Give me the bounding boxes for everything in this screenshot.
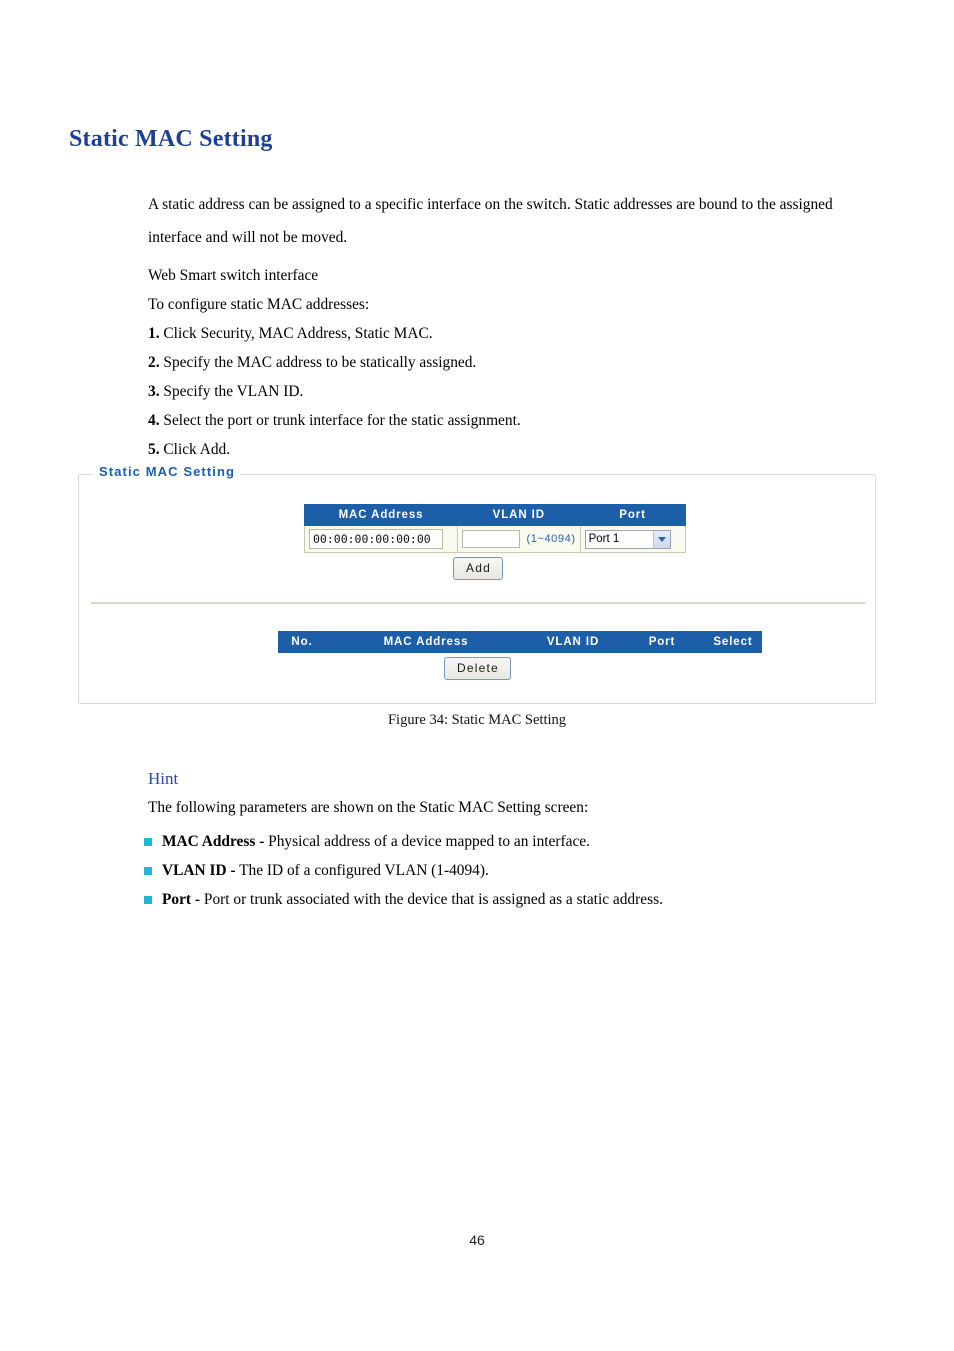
step-5-text: Click Add. <box>163 441 231 458</box>
delete-button[interactable]: Delete <box>444 657 511 680</box>
hint-term-mac-address: MAC Address - <box>162 833 265 850</box>
figure-static-mac-setting: Static MAC Setting MAC Address VLAN ID P… <box>78 464 876 704</box>
step-2-number: 2. <box>148 354 160 371</box>
page-title: Static MAC Setting <box>69 126 273 153</box>
static-mac-list-table: No. MAC Address VLAN ID Port Select <box>278 631 762 653</box>
port-select-value: Port 1 <box>588 532 620 545</box>
hint-lead: The following parameters are shown on th… <box>148 799 589 816</box>
chevron-down-icon[interactable] <box>652 530 670 548</box>
vlan-id-input[interactable] <box>462 529 520 548</box>
document-page: Static MAC Setting A static address can … <box>0 0 954 1351</box>
step-1-text: Click Security, MAC Address, Static MAC. <box>163 325 433 342</box>
form-header-mac: MAC Address <box>304 504 458 526</box>
panel-legend: Static MAC Setting <box>93 464 242 479</box>
port-select-dropdown[interactable]: Port 1 <box>584 529 671 549</box>
result-header-no: No. <box>278 631 326 653</box>
port-cell: Port 1 <box>579 525 686 553</box>
step-5-number: 5. <box>148 441 160 458</box>
hint-desc-mac-address: Physical address of a device mapped to a… <box>264 833 590 850</box>
list-item: VLAN ID - The ID of a configured VLAN (1… <box>144 856 844 885</box>
list-item: Port - Port or trunk associated with the… <box>144 885 844 914</box>
step-4-number: 4. <box>148 412 160 429</box>
hint-term-vlan-id: VLAN ID - <box>162 862 236 879</box>
hint-desc-vlan-id: The ID of a configured VLAN (1-4094). <box>235 862 489 879</box>
step-2: 2. Specify the MAC address to be statica… <box>148 348 848 377</box>
step-5: 5. Click Add. <box>148 435 848 464</box>
static-mac-entry-table: MAC Address VLAN ID Port (1~4094) Port 1 <box>304 504 686 553</box>
form-header-port: Port <box>579 504 686 526</box>
hint-term-port: Port - <box>162 891 201 908</box>
static-mac-panel: Static MAC Setting MAC Address VLAN ID P… <box>78 464 876 704</box>
step-1-number: 1. <box>148 325 160 342</box>
step-3-text: Specify the VLAN ID. <box>163 383 304 400</box>
vlan-id-cell: (1~4094) <box>457 525 581 553</box>
list-item: MAC Address - Physical address of a devi… <box>144 827 844 856</box>
form-header-row: MAC Address VLAN ID Port <box>304 504 686 526</box>
mac-address-input[interactable] <box>309 529 443 549</box>
intro-paragraph: A static address can be assigned to a sp… <box>148 196 833 247</box>
form-header-vlan: VLAN ID <box>457 504 581 526</box>
result-header-vlan: VLAN ID <box>526 631 620 653</box>
section-divider <box>91 602 865 604</box>
step-3: 3. Specify the VLAN ID. <box>148 377 848 406</box>
vlan-range-hint: (1~4094) <box>526 532 576 545</box>
mac-address-cell <box>304 525 458 553</box>
result-header-mac: MAC Address <box>325 631 527 653</box>
step-4: 4. Select the port or trunk interface fo… <box>148 406 848 435</box>
form-input-row: (1~4094) Port 1 <box>304 525 686 553</box>
result-header-row: No. MAC Address VLAN ID Port Select <box>278 631 762 653</box>
add-button[interactable]: Add <box>453 557 503 580</box>
interface-line: Web Smart switch interface <box>148 267 319 284</box>
result-header-select: Select <box>704 631 762 653</box>
square-bullet-icon <box>144 896 152 904</box>
step-2-text: Specify the MAC address to be statically… <box>163 354 477 371</box>
step-1: 1. Click Security, MAC Address, Static M… <box>148 319 848 348</box>
figure-caption: Figure 34: Static MAC Setting <box>387 712 567 728</box>
step-4-text: Select the port or trunk interface for t… <box>163 412 521 429</box>
step-3-number: 3. <box>148 383 160 400</box>
hint-title: Hint <box>148 769 179 788</box>
instructions-block: Web Smart switch interface To configure … <box>148 261 848 464</box>
result-header-port: Port <box>619 631 705 653</box>
hint-desc-port: Port or trunk associated with the device… <box>200 891 663 908</box>
hint-list: MAC Address - Physical address of a devi… <box>144 827 844 914</box>
page-number: 46 <box>469 1232 485 1248</box>
square-bullet-icon <box>144 838 152 846</box>
square-bullet-icon <box>144 867 152 875</box>
instructions-lead: To configure static MAC addresses: <box>148 296 370 313</box>
